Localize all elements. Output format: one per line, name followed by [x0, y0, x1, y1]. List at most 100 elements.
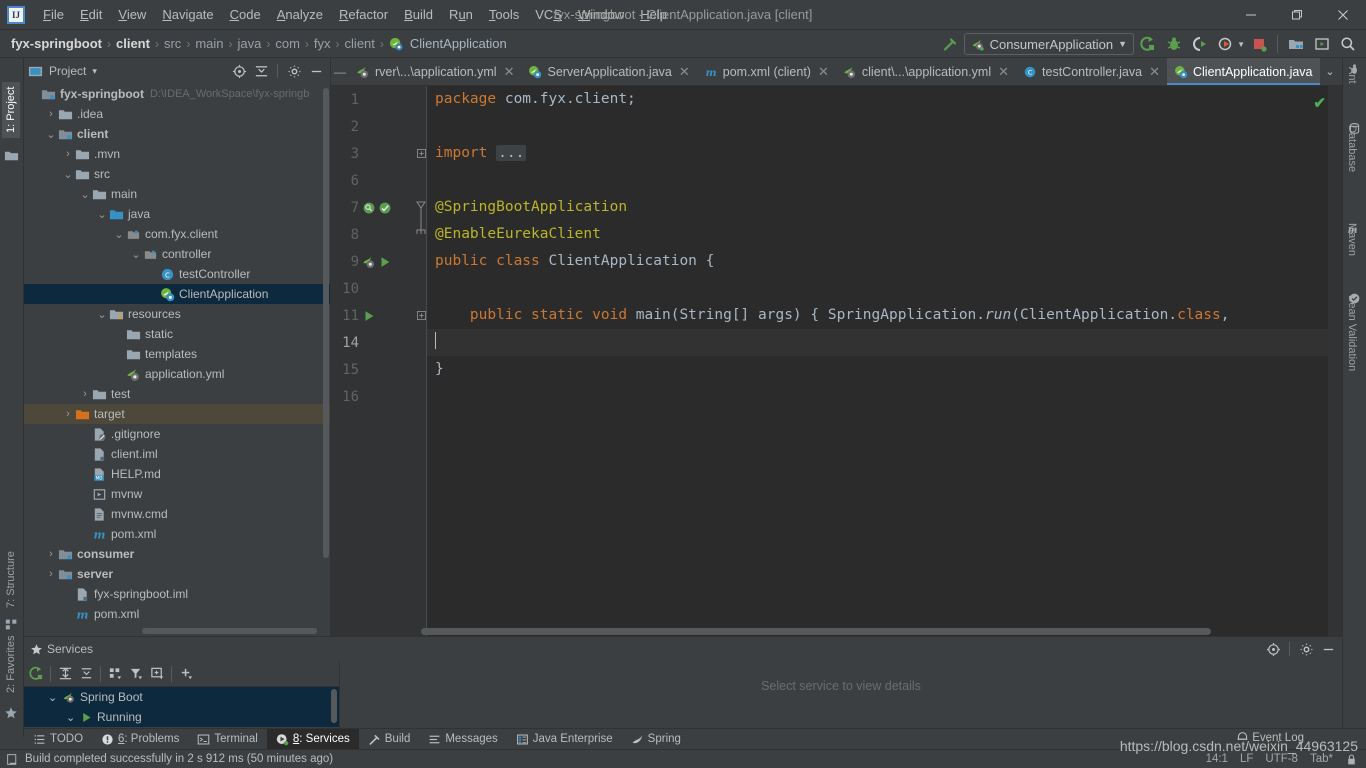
profile-chevron-down-icon[interactable]: ▼	[1237, 40, 1245, 49]
chevron-down-icon[interactable]: ⌄	[62, 164, 74, 184]
tree-row-java[interactable]: ⌄ java	[24, 204, 330, 224]
menu-analyze[interactable]: Analyze	[269, 3, 331, 26]
tool-window-tab-java-enterprise[interactable]: Java Enterprise	[507, 729, 622, 750]
expand-all-icon[interactable]	[55, 664, 75, 684]
tree-row-static[interactable]: static	[24, 324, 330, 344]
menu-bar[interactable]: File Edit View Navigate Code Analyze Ref…	[35, 0, 675, 30]
editor-tab-pom-xml-client-[interactable]: m pom.xml (client) ✕	[697, 58, 836, 85]
tree-row-controller[interactable]: ⌄ controller	[24, 244, 330, 264]
tool-window-tab-todo[interactable]: TODO	[24, 729, 92, 750]
chevron-down-icon[interactable]: ▾	[92, 66, 97, 77]
chevron-down-icon[interactable]: ⌄	[79, 184, 91, 204]
event-log-button[interactable]: Event Log	[1236, 731, 1304, 744]
build-hammer-icon[interactable]	[938, 32, 962, 56]
code-line-2[interactable]	[427, 113, 1342, 140]
tree-row-client[interactable]: ⌄ client	[24, 124, 330, 144]
hide-icon[interactable]	[1318, 639, 1338, 659]
chevron-down-icon[interactable]: ⌄	[96, 304, 108, 324]
spring-bean-icon[interactable]	[362, 201, 376, 215]
settings-gear-icon[interactable]	[1296, 639, 1316, 659]
breadcrumb-item-java[interactable]: java	[235, 34, 265, 53]
code-line-16[interactable]	[427, 383, 1342, 410]
editor-tab-clientapplication-java[interactable]: ClientApplication.java✕	[1167, 58, 1320, 85]
sidebar-item-structure[interactable]: 7: Structure	[2, 546, 20, 613]
collapse-all-icon[interactable]	[76, 664, 96, 684]
tree-row-mvnw[interactable]: mvnw	[24, 484, 330, 504]
tool-window-tab-terminal[interactable]: Terminal	[188, 729, 266, 750]
menu-file[interactable]: File	[35, 3, 72, 26]
tree-row-help-md[interactable]: MD HELP.md	[24, 464, 330, 484]
tool-window-tab-messages[interactable]: Messages	[419, 729, 506, 750]
debug-icon[interactable]	[1162, 32, 1186, 56]
run-configuration-selector[interactable]: ConsumerApplication ▼	[963, 33, 1135, 55]
filter-icon[interactable]	[126, 664, 146, 684]
chevron-right-icon[interactable]: ›	[45, 564, 57, 584]
caret-position-indicator[interactable]: 14:1	[1206, 753, 1228, 765]
close-button[interactable]	[1320, 0, 1366, 30]
code-line-7[interactable]: @SpringBootApplication	[427, 194, 1342, 221]
tool-window-tab-8-services[interactable]: 8: Services	[266, 728, 359, 750]
menu-navigate[interactable]: Navigate	[154, 3, 221, 26]
fold-expand-icon[interactable]	[415, 302, 427, 329]
update-running-app-icon[interactable]	[1310, 32, 1334, 56]
hide-tabs-icon[interactable]: —	[331, 58, 349, 85]
encoding-indicator[interactable]: UTF-8	[1265, 753, 1298, 765]
gutter-line-16[interactable]: 16	[331, 383, 415, 410]
breadcrumb[interactable]: fyx-springboot › client › src › main › j…	[0, 34, 510, 53]
collapse-all-icon[interactable]	[251, 61, 271, 81]
close-icon[interactable]: ✕	[679, 64, 690, 80]
rerun-icon[interactable]	[26, 664, 46, 684]
editor-code[interactable]: package com.fyx.client; import ... @Spring…	[427, 86, 1342, 636]
settings-gear-icon[interactable]	[284, 61, 304, 81]
close-icon[interactable]: ✕	[818, 64, 829, 80]
tree-row-main[interactable]: ⌄ main	[24, 184, 330, 204]
locate-icon[interactable]	[1263, 639, 1283, 659]
editor-gutter[interactable]: 1 2 3 6 7 8 9 10 11 14 15 16	[331, 86, 415, 636]
gutter-line-3[interactable]: 3	[331, 140, 415, 167]
gutter-line-14[interactable]: 14	[331, 329, 415, 356]
tree-row-pom-xml[interactable]: m pom.xml	[24, 604, 330, 624]
chevron-right-icon[interactable]: ›	[62, 144, 74, 164]
gutter-line-1[interactable]: 1	[331, 86, 415, 113]
tool-window-tab-6-problems[interactable]: 6: Problems	[92, 729, 188, 750]
spring-boot-icon[interactable]	[362, 255, 376, 269]
gutter-line-9[interactable]: 9	[331, 248, 415, 275]
gutter-line-11[interactable]: 11	[331, 302, 415, 329]
code-line-10[interactable]	[427, 275, 1342, 302]
editor-tab-client-application-yml[interactable]: client\...\application.yml ✕	[836, 58, 1016, 85]
menu-edit[interactable]: Edit	[72, 3, 110, 26]
gutter-line-6[interactable]: 6	[331, 167, 415, 194]
services-tree-row-running[interactable]: ⌄ Running	[24, 707, 339, 727]
tree-row-mvnw-cmd[interactable]: mvnw.cmd	[24, 504, 330, 524]
search-everywhere-icon[interactable]	[1336, 32, 1360, 56]
tree-row--mvn[interactable]: › .mvn	[24, 144, 330, 164]
indent-indicator[interactable]: Tab*	[1310, 753, 1333, 765]
code-line-1[interactable]: package com.fyx.client;	[427, 86, 1342, 113]
show-config-icon[interactable]	[147, 664, 167, 684]
project-tree-horizontal-scrollbar[interactable]	[142, 628, 317, 634]
chevron-down-icon[interactable]: ⌄	[1320, 62, 1340, 82]
tree-row-fyx-springboot[interactable]: fyx-springboot D:\IDEA_WorkSpace\fyx-spri…	[24, 84, 330, 104]
group-icon[interactable]	[105, 664, 125, 684]
editor-body[interactable]: 1 2 3 6 7 8 9 10 11 14 15 16 package com.fyx.client…	[331, 86, 1342, 636]
breadcrumb-item-com[interactable]: com	[272, 34, 303, 53]
close-icon[interactable]: ✕	[504, 64, 515, 80]
spring-check-icon[interactable]	[378, 201, 392, 215]
breadcrumb-item-project[interactable]: fyx-springboot	[8, 34, 105, 53]
locate-icon[interactable]	[229, 61, 249, 81]
run-triangle-icon[interactable]	[362, 309, 376, 323]
tool-window-tab-build[interactable]: Build	[359, 729, 420, 750]
breadcrumb-item-src[interactable]: src	[161, 34, 184, 53]
chevron-down-icon[interactable]: ⌄	[66, 711, 80, 724]
project-tree[interactable]: fyx-springboot D:\IDEA_WorkSpace\fyx-spri…	[24, 84, 330, 636]
code-line-14[interactable]	[427, 329, 1342, 356]
code-line-15[interactable]: }	[427, 356, 1342, 383]
gutter-line-2[interactable]: 2	[331, 113, 415, 140]
gutter-line-7[interactable]: 7	[331, 194, 415, 221]
code-line-9[interactable]: public class ClientApplication {	[427, 248, 1342, 275]
menu-view[interactable]: View	[110, 3, 154, 26]
line-separator-indicator[interactable]: LF	[1240, 753, 1253, 765]
editor-horizontal-scrollbar[interactable]	[421, 628, 1211, 635]
add-icon[interactable]	[176, 664, 196, 684]
tree-row-templates[interactable]: templates	[24, 344, 330, 364]
